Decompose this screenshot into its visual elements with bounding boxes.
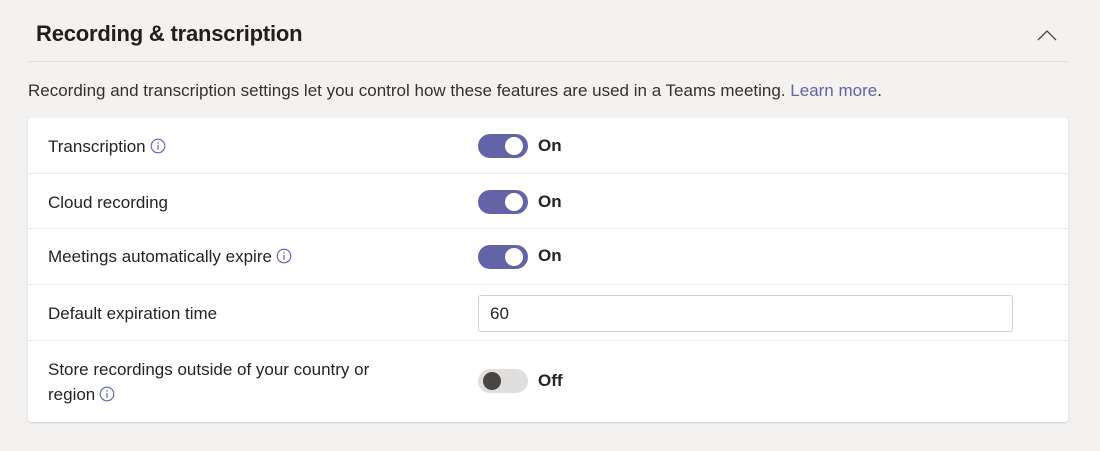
info-icon[interactable] [99,386,115,402]
setting-label: Cloud recording [48,190,408,215]
description-end: . [877,81,882,100]
info-icon[interactable] [150,138,166,154]
toggle-state-label: Off [538,371,563,390]
transcription-toggle[interactable] [478,134,528,158]
setting-label: Store recordings outside of your country… [48,357,408,407]
setting-label: Meetings automatically expire [48,244,408,269]
info-icon[interactable] [276,248,292,264]
setting-label: Transcription [48,134,408,159]
setting-row-default-expiration: Default expiration time [28,285,1068,341]
toggle-knob [505,193,523,211]
toggle-knob [505,137,523,155]
toggle-state-label: On [538,192,562,211]
meetings-expire-toggle[interactable] [478,245,528,269]
section-title: Recording & transcription [36,21,303,46]
toggle-knob [483,372,501,390]
store-outside-toggle[interactable] [478,369,528,393]
expiration-time-input[interactable] [478,295,1013,332]
collapse-button[interactable] [1032,20,1062,50]
setting-label-text: Default expiration time [48,304,218,323]
section-header: Recording & transcription [28,0,1068,62]
setting-label-text: Cloud recording [48,193,169,212]
setting-label-text: Transcription [48,137,146,156]
toggle-state-label: On [538,136,562,155]
settings-card: Transcription On Cloud recording On Meet… [28,118,1068,422]
setting-row-meetings-expire: Meetings automatically expire On [28,229,1068,285]
chevron-up-icon [1037,30,1057,41]
setting-row-transcription: Transcription On [28,118,1068,174]
setting-row-store-outside: Store recordings outside of your country… [28,341,1068,422]
setting-label: Default expiration time [48,301,408,326]
toggle-state-label: On [538,246,562,265]
cloud-recording-toggle[interactable] [478,190,528,214]
toggle-knob [505,248,523,266]
learn-more-link[interactable]: Learn more [790,81,877,100]
setting-row-cloud-recording: Cloud recording On [28,174,1068,229]
setting-label-text: Meetings automatically expire [48,247,272,266]
setting-label-line1: Store recordings outside of your country… [48,360,370,379]
setting-label-line2: region [48,385,96,404]
description-text: Recording and transcription settings let… [28,81,791,100]
section-description: Recording and transcription settings let… [28,81,882,101]
